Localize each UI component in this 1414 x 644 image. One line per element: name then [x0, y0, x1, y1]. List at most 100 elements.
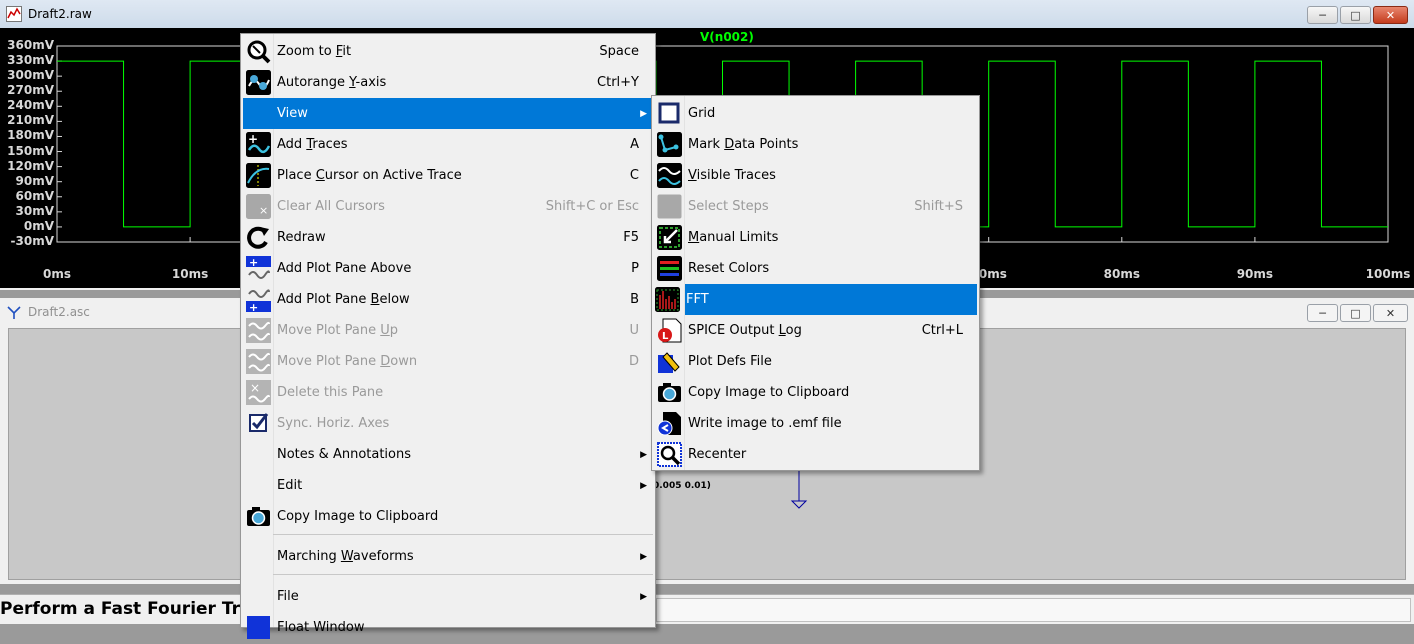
- schematic-window-title: Draft2.asc: [28, 305, 90, 319]
- menu-item-shortcut: P: [631, 261, 639, 276]
- move-down-icon: [246, 349, 271, 374]
- close-button[interactable]: ✕: [1373, 6, 1408, 24]
- camera-icon: [657, 380, 682, 405]
- submenu-item-select-steps[interactable]: Select Steps Shift+S: [654, 191, 977, 222]
- mark-points-icon: [657, 132, 682, 157]
- menu-item-move-plot-pane-down[interactable]: Move Plot Pane Down D: [243, 346, 653, 377]
- menu-item-add-plot-pane-below[interactable]: + Add Plot Pane Below B: [243, 284, 653, 315]
- menu-item-marching-waveforms[interactable]: Marching Waveforms ▶: [243, 541, 653, 572]
- menu-item-add-traces[interactable]: + Add Traces A: [243, 129, 653, 160]
- submenu-arrow-icon: ▶: [640, 480, 647, 491]
- menu-item-place-cursor-on-active-trace[interactable]: Place Cursor on Active Trace C: [243, 160, 653, 191]
- log-icon: L: [657, 318, 682, 343]
- menu-item-notes-and-annotations[interactable]: Notes & Annotations ▶: [243, 439, 653, 470]
- menu-separator: [273, 574, 653, 575]
- submenu-item-write-image-to-emf-file[interactable]: Write image to .emf file: [654, 408, 977, 439]
- submenu-item-label: Copy Image to Clipboard: [688, 385, 850, 400]
- submenu-item-label: Grid: [688, 106, 716, 121]
- move-up-icon: [246, 318, 271, 343]
- menu-item-label: Float Window: [277, 620, 365, 635]
- menu-item-label: File: [277, 589, 299, 604]
- trace-name-label[interactable]: V(n002): [700, 30, 754, 44]
- menu-item-label: Zoom to Fit: [277, 44, 352, 59]
- visible-traces-icon: [657, 163, 682, 188]
- submenu-arrow-icon: ▶: [640, 551, 647, 562]
- schematic-maximize-button[interactable]: □: [1340, 304, 1371, 322]
- menu-item-sync-horiz-axes[interactable]: Sync. Horiz. Axes: [243, 408, 653, 439]
- submenu-item-label: Recenter: [688, 447, 747, 462]
- submenu-item-grid[interactable]: Grid: [654, 98, 977, 129]
- menu-item-shortcut: D: [628, 354, 639, 369]
- submenu-item-label: Mark Data Points: [688, 137, 799, 152]
- menu-item-label: Add Plot Pane Above: [277, 261, 412, 276]
- autorange-icon: [246, 70, 271, 95]
- menu-item-shortcut: U: [629, 323, 639, 338]
- submenu-item-fft[interactable]: FFT: [655, 284, 977, 315]
- submenu-item-recenter[interactable]: Recenter: [654, 439, 977, 470]
- zoom-fit-icon: [246, 39, 271, 64]
- schematic-minimize-button[interactable]: ─: [1307, 304, 1338, 322]
- minimize-button[interactable]: ─: [1307, 6, 1338, 24]
- schematic-close-button[interactable]: ✕: [1373, 304, 1408, 322]
- menu-item-label: Add Traces: [277, 137, 348, 152]
- submenu-item-plot-defs-file[interactable]: Plot Defs File: [654, 346, 977, 377]
- menu-item-label: Edit: [277, 478, 303, 493]
- plot-defs-icon: [657, 349, 682, 374]
- submenu-arrow-icon: ▶: [640, 108, 647, 119]
- submenu-item-label: Write image to .emf file: [688, 416, 842, 431]
- submenu-item-label: Reset Colors: [688, 261, 770, 276]
- pane-above-icon: +: [246, 256, 271, 281]
- menu-item-shortcut: C: [629, 168, 639, 183]
- menu-item-add-plot-pane-above[interactable]: + Add Plot Pane Above P: [243, 253, 653, 284]
- float-icon: [246, 615, 271, 640]
- select-steps-icon: [657, 194, 682, 219]
- menu-item-shortcut: F5: [623, 230, 639, 245]
- submenu-item-mark-data-points[interactable]: Mark Data Points: [654, 129, 977, 160]
- menu-item-clear-all-cursors[interactable]: × Clear All Cursors Shift+C or Esc: [243, 191, 653, 222]
- menu-item-redraw[interactable]: Redraw F5: [243, 222, 653, 253]
- menu-item-file[interactable]: File ▶: [243, 581, 653, 612]
- ground-symbol[interactable]: [789, 471, 809, 511]
- menu-item-float-window[interactable]: Float Window: [243, 612, 653, 643]
- submenu-item-copy-image-to-clipboard[interactable]: Copy Image to Clipboard: [654, 377, 977, 408]
- schematic-app-icon: [7, 306, 21, 319]
- submenu-arrow-icon: ▶: [640, 591, 647, 602]
- svg-text:×: ×: [250, 381, 260, 395]
- menu-item-label: Redraw: [277, 230, 326, 245]
- submenu-item-shortcut: Ctrl+L: [921, 323, 963, 338]
- menu-item-label: Autorange Y-axis: [277, 75, 387, 90]
- cursor-icon: [246, 163, 271, 188]
- schematic-directive-text[interactable]: 0.005 0.01): [653, 481, 711, 491]
- menu-item-label: Move Plot Pane Down: [277, 354, 418, 369]
- menu-item-label: Delete this Pane: [277, 385, 384, 400]
- submenu-item-reset-colors[interactable]: Reset Colors: [654, 253, 977, 284]
- pane-below-icon: +: [246, 287, 271, 314]
- status-panel: [656, 598, 1411, 622]
- submenu-item-spice-output-log[interactable]: L SPICE Output Log Ctrl+L: [654, 315, 977, 346]
- camera-icon: [246, 504, 271, 529]
- menu-item-shortcut: Space: [599, 44, 639, 59]
- recenter-icon: [657, 442, 682, 467]
- status-bar: Perform a Fast Fourier Tra: [0, 594, 1414, 624]
- menu-item-delete-this-pane[interactable]: × Delete this Pane: [243, 377, 653, 408]
- menu-item-view[interactable]: View ▶: [243, 98, 653, 129]
- view-submenu: Grid Mark Data Points Visible Traces Select…: [651, 95, 980, 471]
- submenu-item-manual-limits[interactable]: Manual Limits: [654, 222, 977, 253]
- submenu-item-visible-traces[interactable]: Visible Traces: [654, 160, 977, 191]
- add-traces-icon: +: [246, 132, 271, 157]
- menu-item-autorange-y-axis[interactable]: Autorange Y-axis Ctrl+Y: [243, 67, 653, 98]
- checkbox-icon: [246, 411, 271, 436]
- reset-colors-icon: [657, 256, 682, 281]
- menu-item-zoom-to-fit[interactable]: Zoom to Fit Space: [243, 36, 653, 67]
- submenu-item-label: Plot Defs File: [688, 354, 772, 369]
- svg-text:L: L: [662, 331, 669, 342]
- menu-item-copy-image-to-clipboard[interactable]: Copy Image to Clipboard: [243, 501, 653, 532]
- write-emf-icon: [657, 411, 682, 436]
- menu-item-label: Marching Waveforms: [277, 549, 414, 564]
- plot-window-titlebar[interactable]: Draft2.raw ─ □ ✕: [0, 0, 1414, 28]
- menu-item-edit[interactable]: Edit ▶: [243, 470, 653, 501]
- menu-item-label: Copy Image to Clipboard: [277, 509, 439, 524]
- maximize-button[interactable]: □: [1340, 6, 1371, 24]
- clear-cursors-icon: ×: [246, 194, 271, 219]
- menu-item-move-plot-pane-up[interactable]: Move Plot Pane Up U: [243, 315, 653, 346]
